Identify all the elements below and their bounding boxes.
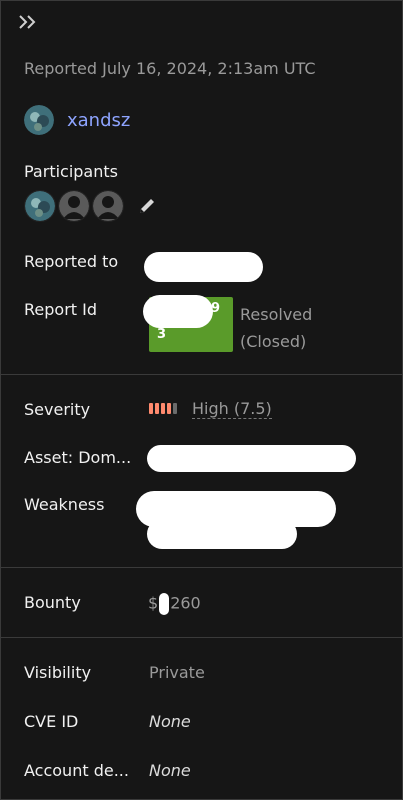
account-details-value: None [149,761,191,780]
status-line: Resolved [240,305,313,324]
participants-avatars [24,190,158,222]
report-id-label: Report Id [24,300,97,319]
cve-id-label: CVE ID [24,712,79,731]
weakness-label: Weakness [24,495,105,514]
double-chevron-right-icon[interactable] [17,12,39,32]
visibility-value: Private [149,663,205,682]
participants-label: Participants [24,162,118,181]
report-status: Resolved (Closed) [240,301,312,355]
reported-timestamp: Reported July 16, 2024, 2:13am UTC [24,59,316,78]
divider [1,374,402,375]
severity-meter-icon [149,403,177,414]
redacted-bounty-digit [159,593,170,615]
divider [1,637,402,638]
bounty-label: Bounty [24,593,81,612]
account-details-label: Account de... [24,761,129,780]
status-line: (Closed) [240,332,307,351]
participant-avatar[interactable] [92,190,124,222]
participant-avatar[interactable] [58,190,90,222]
bounty-prefix: $ [148,593,159,613]
reported-to-label: Reported to [24,252,119,271]
redacted-report-id [143,295,213,328]
asset-label: Asset: Dom... [24,448,132,467]
reporter-username-link[interactable]: xandsz [67,110,130,131]
bounty-suffix: 260 [170,593,201,613]
redacted-program-name [144,252,263,282]
reporter-avatar[interactable] [24,105,54,135]
report-sidebar: Reported July 16, 2024, 2:13am UTC xands… [0,0,403,800]
bounty-value: $260 [148,593,201,615]
redacted-weakness [147,519,297,549]
divider [1,567,402,568]
severity-label: Severity [24,400,91,419]
severity-value[interactable]: High (7.5) [192,399,272,419]
cve-id-value: None [149,712,191,731]
participant-avatar[interactable] [24,190,56,222]
edit-pencil-icon[interactable] [136,195,158,217]
report-id-fragment: 3 [157,327,167,342]
visibility-label: Visibility [24,663,92,682]
redacted-asset [147,445,356,472]
